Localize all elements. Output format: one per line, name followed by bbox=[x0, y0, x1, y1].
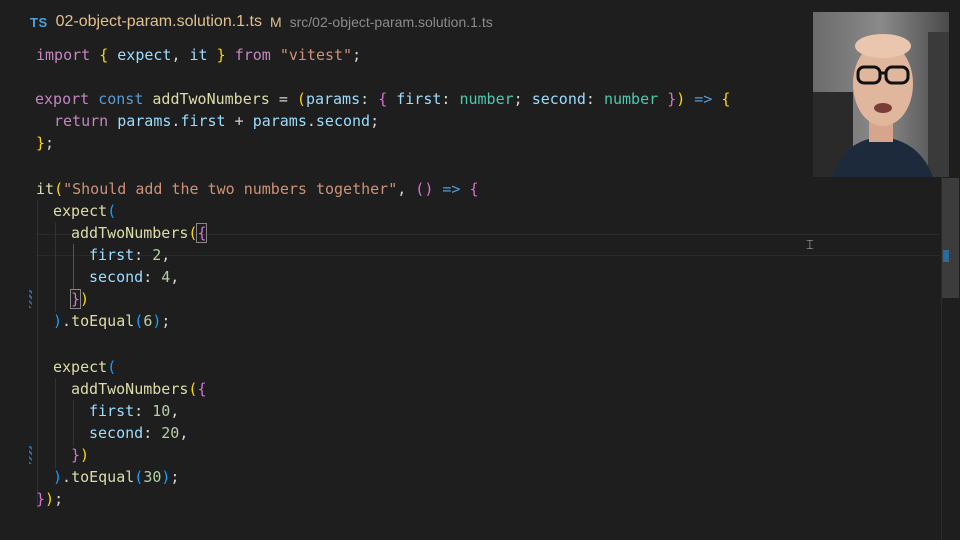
code-line-5: }; bbox=[36, 134, 55, 152]
code-line-10: first: 2, bbox=[89, 246, 171, 264]
gutter-change-marker bbox=[29, 290, 32, 308]
webcam-overlay bbox=[813, 12, 949, 177]
mouse-ibeam-cursor-icon: ⌶ bbox=[806, 238, 814, 253]
code-editor[interactable]: import { expect, it } from "vitest"; exp… bbox=[0, 44, 940, 540]
scrollbar-thumb[interactable] bbox=[942, 178, 959, 298]
code-line-1: import { expect, it } from "vitest"; bbox=[36, 46, 362, 64]
presenter-video-icon bbox=[813, 12, 949, 177]
indent-guide bbox=[73, 244, 74, 290]
indent-guide bbox=[37, 200, 38, 508]
code-line-16: addTwoNumbers({ bbox=[71, 380, 207, 398]
code-line-3: export const addTwoNumbers = (params: { … bbox=[35, 90, 731, 108]
gutter-change-marker bbox=[29, 446, 32, 464]
breadcrumb-file-path[interactable]: src/02-object-param.solution.1.ts bbox=[290, 14, 493, 30]
typescript-file-icon: TS bbox=[30, 14, 48, 30]
code-line-20: ).toEqual(30); bbox=[53, 468, 180, 486]
code-line-12: }) bbox=[69, 289, 90, 309]
code-line-7: it("Should add the two numbers together"… bbox=[36, 180, 479, 198]
code-line-13: ).toEqual(6); bbox=[53, 312, 171, 330]
code-line-8: expect( bbox=[53, 202, 117, 220]
code-line-17: first: 10, bbox=[89, 402, 180, 420]
indent-guide bbox=[73, 400, 74, 446]
editor-tab-bar: TS 02-object-param.solution.1.ts M src/0… bbox=[0, 0, 812, 44]
indent-guide bbox=[55, 378, 56, 468]
code-line-4: return params.first + params.second; bbox=[54, 112, 380, 130]
code-line-19: }) bbox=[71, 446, 90, 464]
code-line-18: second: 20, bbox=[89, 424, 189, 442]
code-line-21: }); bbox=[36, 490, 64, 508]
git-modified-badge: M bbox=[269, 14, 282, 30]
indent-guide bbox=[55, 222, 56, 312]
code-line-9: addTwoNumbers({ bbox=[71, 223, 208, 243]
code-line-11: second: 4, bbox=[89, 268, 180, 286]
code-line-15: expect( bbox=[53, 358, 117, 376]
scrollbar-change-marker bbox=[943, 250, 949, 262]
tab-file-name[interactable]: 02-object-param.solution.1.ts bbox=[56, 13, 262, 31]
